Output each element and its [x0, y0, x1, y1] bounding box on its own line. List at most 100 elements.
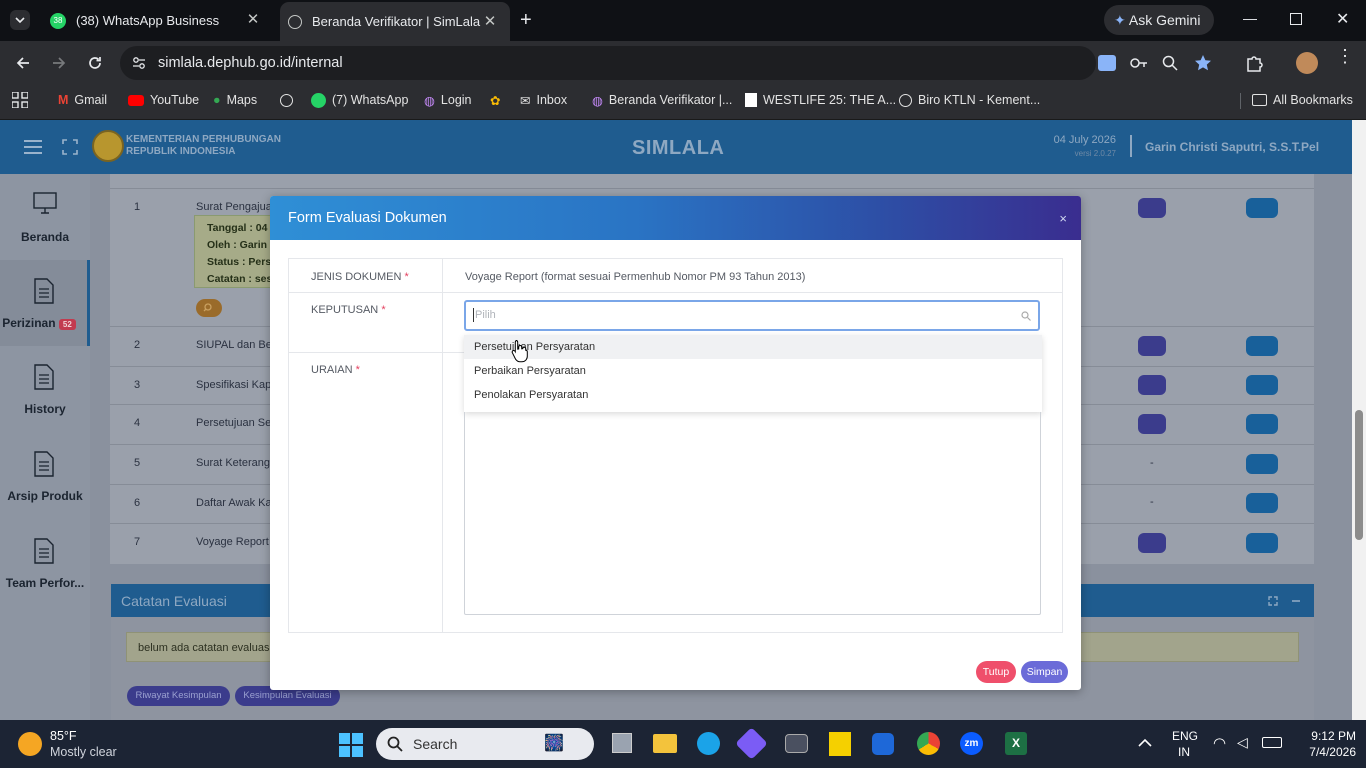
- row-name: Voyage Report (: [196, 536, 276, 548]
- reload-icon[interactable]: [86, 54, 104, 72]
- tab-whatsapp-business[interactable]: 38 (38) WhatsApp Business ✕: [40, 0, 273, 41]
- option-persetujuan[interactable]: Persetujuan Persyaratan: [464, 335, 1042, 359]
- edit-button[interactable]: [1246, 198, 1278, 218]
- weather-desc[interactable]: Mostly clear: [50, 745, 117, 759]
- close-window-button[interactable]: ✕: [1336, 9, 1349, 29]
- bookmark-globe[interactable]: [280, 84, 293, 116]
- fullscreen-icon[interactable]: [62, 139, 78, 155]
- maximize-button[interactable]: [1290, 13, 1302, 25]
- bookmark-biro[interactable]: Biro KTLN - Kement...: [899, 84, 1040, 116]
- windows-start-icon[interactable]: [339, 733, 363, 757]
- forward-icon[interactable]: [50, 54, 68, 72]
- edit-button[interactable]: [1246, 375, 1278, 395]
- file-explorer-icon[interactable]: [653, 734, 677, 753]
- search-icon: [1021, 311, 1031, 321]
- sticky-notes-icon[interactable]: [829, 732, 851, 756]
- chevron-up-icon[interactable]: [1138, 738, 1152, 748]
- login-icon: ◍: [424, 93, 435, 108]
- new-tab-button[interactable]: +: [520, 9, 532, 32]
- search-highlight-icon: 🎆: [544, 735, 564, 752]
- scrollbar-thumb[interactable]: [1355, 410, 1363, 540]
- install-app-icon[interactable]: [1098, 55, 1116, 71]
- document-icon: [34, 278, 54, 304]
- page-scrollbar[interactable]: [1352, 120, 1366, 720]
- sidebar-item-arsip-produk[interactable]: Arsip Produk: [0, 433, 90, 519]
- sidebar-item-beranda[interactable]: Beranda: [0, 174, 90, 260]
- bookmark-youtube[interactable]: YouTube: [128, 84, 199, 116]
- clock-date[interactable]: 7/4/2026: [1286, 745, 1356, 759]
- option-perbaikan[interactable]: Perbaikan Persyaratan: [464, 359, 1042, 383]
- bookmark-photos[interactable]: ✿: [490, 84, 500, 116]
- simpan-button[interactable]: Simpan: [1021, 661, 1068, 683]
- minimize-button[interactable]: —: [1243, 10, 1257, 26]
- volume-icon[interactable]: ◁: [1237, 734, 1248, 751]
- user-name[interactable]: Garin Christi Saputri, S.S.T.Pel: [1145, 140, 1319, 154]
- remote-desktop-icon[interactable]: [872, 733, 894, 755]
- option-penolakan[interactable]: Penolakan Persyaratan: [464, 383, 1042, 407]
- expand-icon[interactable]: [1268, 596, 1278, 606]
- star-icon[interactable]: [1194, 54, 1212, 72]
- download-button[interactable]: [1138, 198, 1166, 218]
- divider: [1240, 93, 1241, 109]
- site-info-icon[interactable]: [132, 56, 146, 70]
- download-button[interactable]: [1138, 414, 1166, 434]
- zoom-icon[interactable]: [1162, 55, 1178, 71]
- weather-icon: [18, 732, 42, 756]
- copilot-icon[interactable]: [735, 727, 768, 760]
- bookmark-westlife[interactable]: WESTLIFE 25: THE A...: [745, 84, 896, 116]
- uraian-textarea[interactable]: [464, 412, 1041, 615]
- edit-button[interactable]: [1246, 533, 1278, 553]
- camera-icon[interactable]: [785, 734, 808, 753]
- clock-time[interactable]: 9:12 PM: [1296, 729, 1356, 743]
- all-bookmarks[interactable]: All Bookmarks: [1252, 84, 1353, 116]
- task-view-icon[interactable]: [612, 733, 632, 753]
- sidebar-item-history[interactable]: History: [0, 346, 90, 432]
- language-code[interactable]: ENG: [1172, 729, 1198, 743]
- edit-button[interactable]: [1246, 414, 1278, 434]
- bookmark-inbox[interactable]: ✉ Inbox: [520, 84, 567, 116]
- close-icon[interactable]: ✕: [482, 14, 498, 30]
- org-line2: REPUBLIK INDONESIA: [126, 146, 236, 157]
- weather-temp[interactable]: 85°F: [50, 729, 77, 743]
- tutup-button[interactable]: Tutup: [976, 661, 1016, 683]
- omnibox[interactable]: simlala.dephub.go.id/internal: [120, 46, 1211, 80]
- bookmark-maps[interactable]: ● Maps: [213, 84, 257, 116]
- taskbar-search[interactable]: Search 🎆: [376, 728, 594, 760]
- apps-grid-icon[interactable]: [12, 92, 28, 108]
- excel-icon[interactable]: X: [1005, 732, 1027, 755]
- collapse-icon[interactable]: [1291, 596, 1301, 606]
- bookmark-gmail[interactable]: M Gmail: [58, 84, 107, 116]
- edit-button[interactable]: [1246, 336, 1278, 356]
- zoom-app-icon[interactable]: zm: [960, 732, 983, 755]
- back-icon[interactable]: [14, 54, 32, 72]
- ask-gemini-button[interactable]: ✦ Ask Gemini: [1104, 5, 1214, 35]
- key-icon[interactable]: [1130, 56, 1148, 70]
- language-region[interactable]: IN: [1178, 745, 1190, 759]
- modal-close-button[interactable]: ×: [1059, 211, 1067, 226]
- download-button[interactable]: [1138, 375, 1166, 395]
- keputusan-select-search[interactable]: Pilih: [464, 300, 1040, 331]
- battery-icon[interactable]: [1262, 737, 1282, 748]
- search-row-button[interactable]: [196, 299, 222, 317]
- hamburger-icon[interactable]: [24, 140, 42, 154]
- edit-button[interactable]: [1246, 493, 1278, 513]
- bookmark-whatsapp[interactable]: (7) WhatsApp: [311, 84, 408, 116]
- bookmark-beranda[interactable]: ◍ Beranda Verifikator |...: [592, 84, 732, 116]
- edge-icon[interactable]: [697, 732, 720, 755]
- extensions-icon[interactable]: [1244, 53, 1264, 73]
- avatar[interactable]: [1296, 52, 1318, 74]
- close-icon[interactable]: ✕: [245, 12, 261, 28]
- sidebar-item-team-performance[interactable]: Team Perfor...: [0, 520, 90, 606]
- riwayat-kesimpulan-button[interactable]: Riwayat Kesimpulan: [127, 686, 230, 706]
- menu-icon[interactable]: ⋮: [1336, 47, 1354, 65]
- edit-button[interactable]: [1246, 454, 1278, 474]
- download-button[interactable]: [1138, 336, 1166, 356]
- tab-search-button[interactable]: [10, 10, 30, 30]
- wifi-icon[interactable]: ◠: [1213, 734, 1226, 752]
- download-button[interactable]: [1138, 533, 1166, 553]
- chrome-icon[interactable]: [917, 732, 940, 755]
- app-header: KEMENTERIAN PERHUBUNGAN REPUBLIK INDONES…: [0, 120, 1352, 174]
- bookmark-login[interactable]: ◍ Login: [424, 84, 472, 116]
- sidebar-item-perizinan[interactable]: Perizinan 52: [0, 260, 90, 346]
- tab-beranda-verifikator[interactable]: Beranda Verifikator | SimLala ✕: [280, 2, 510, 41]
